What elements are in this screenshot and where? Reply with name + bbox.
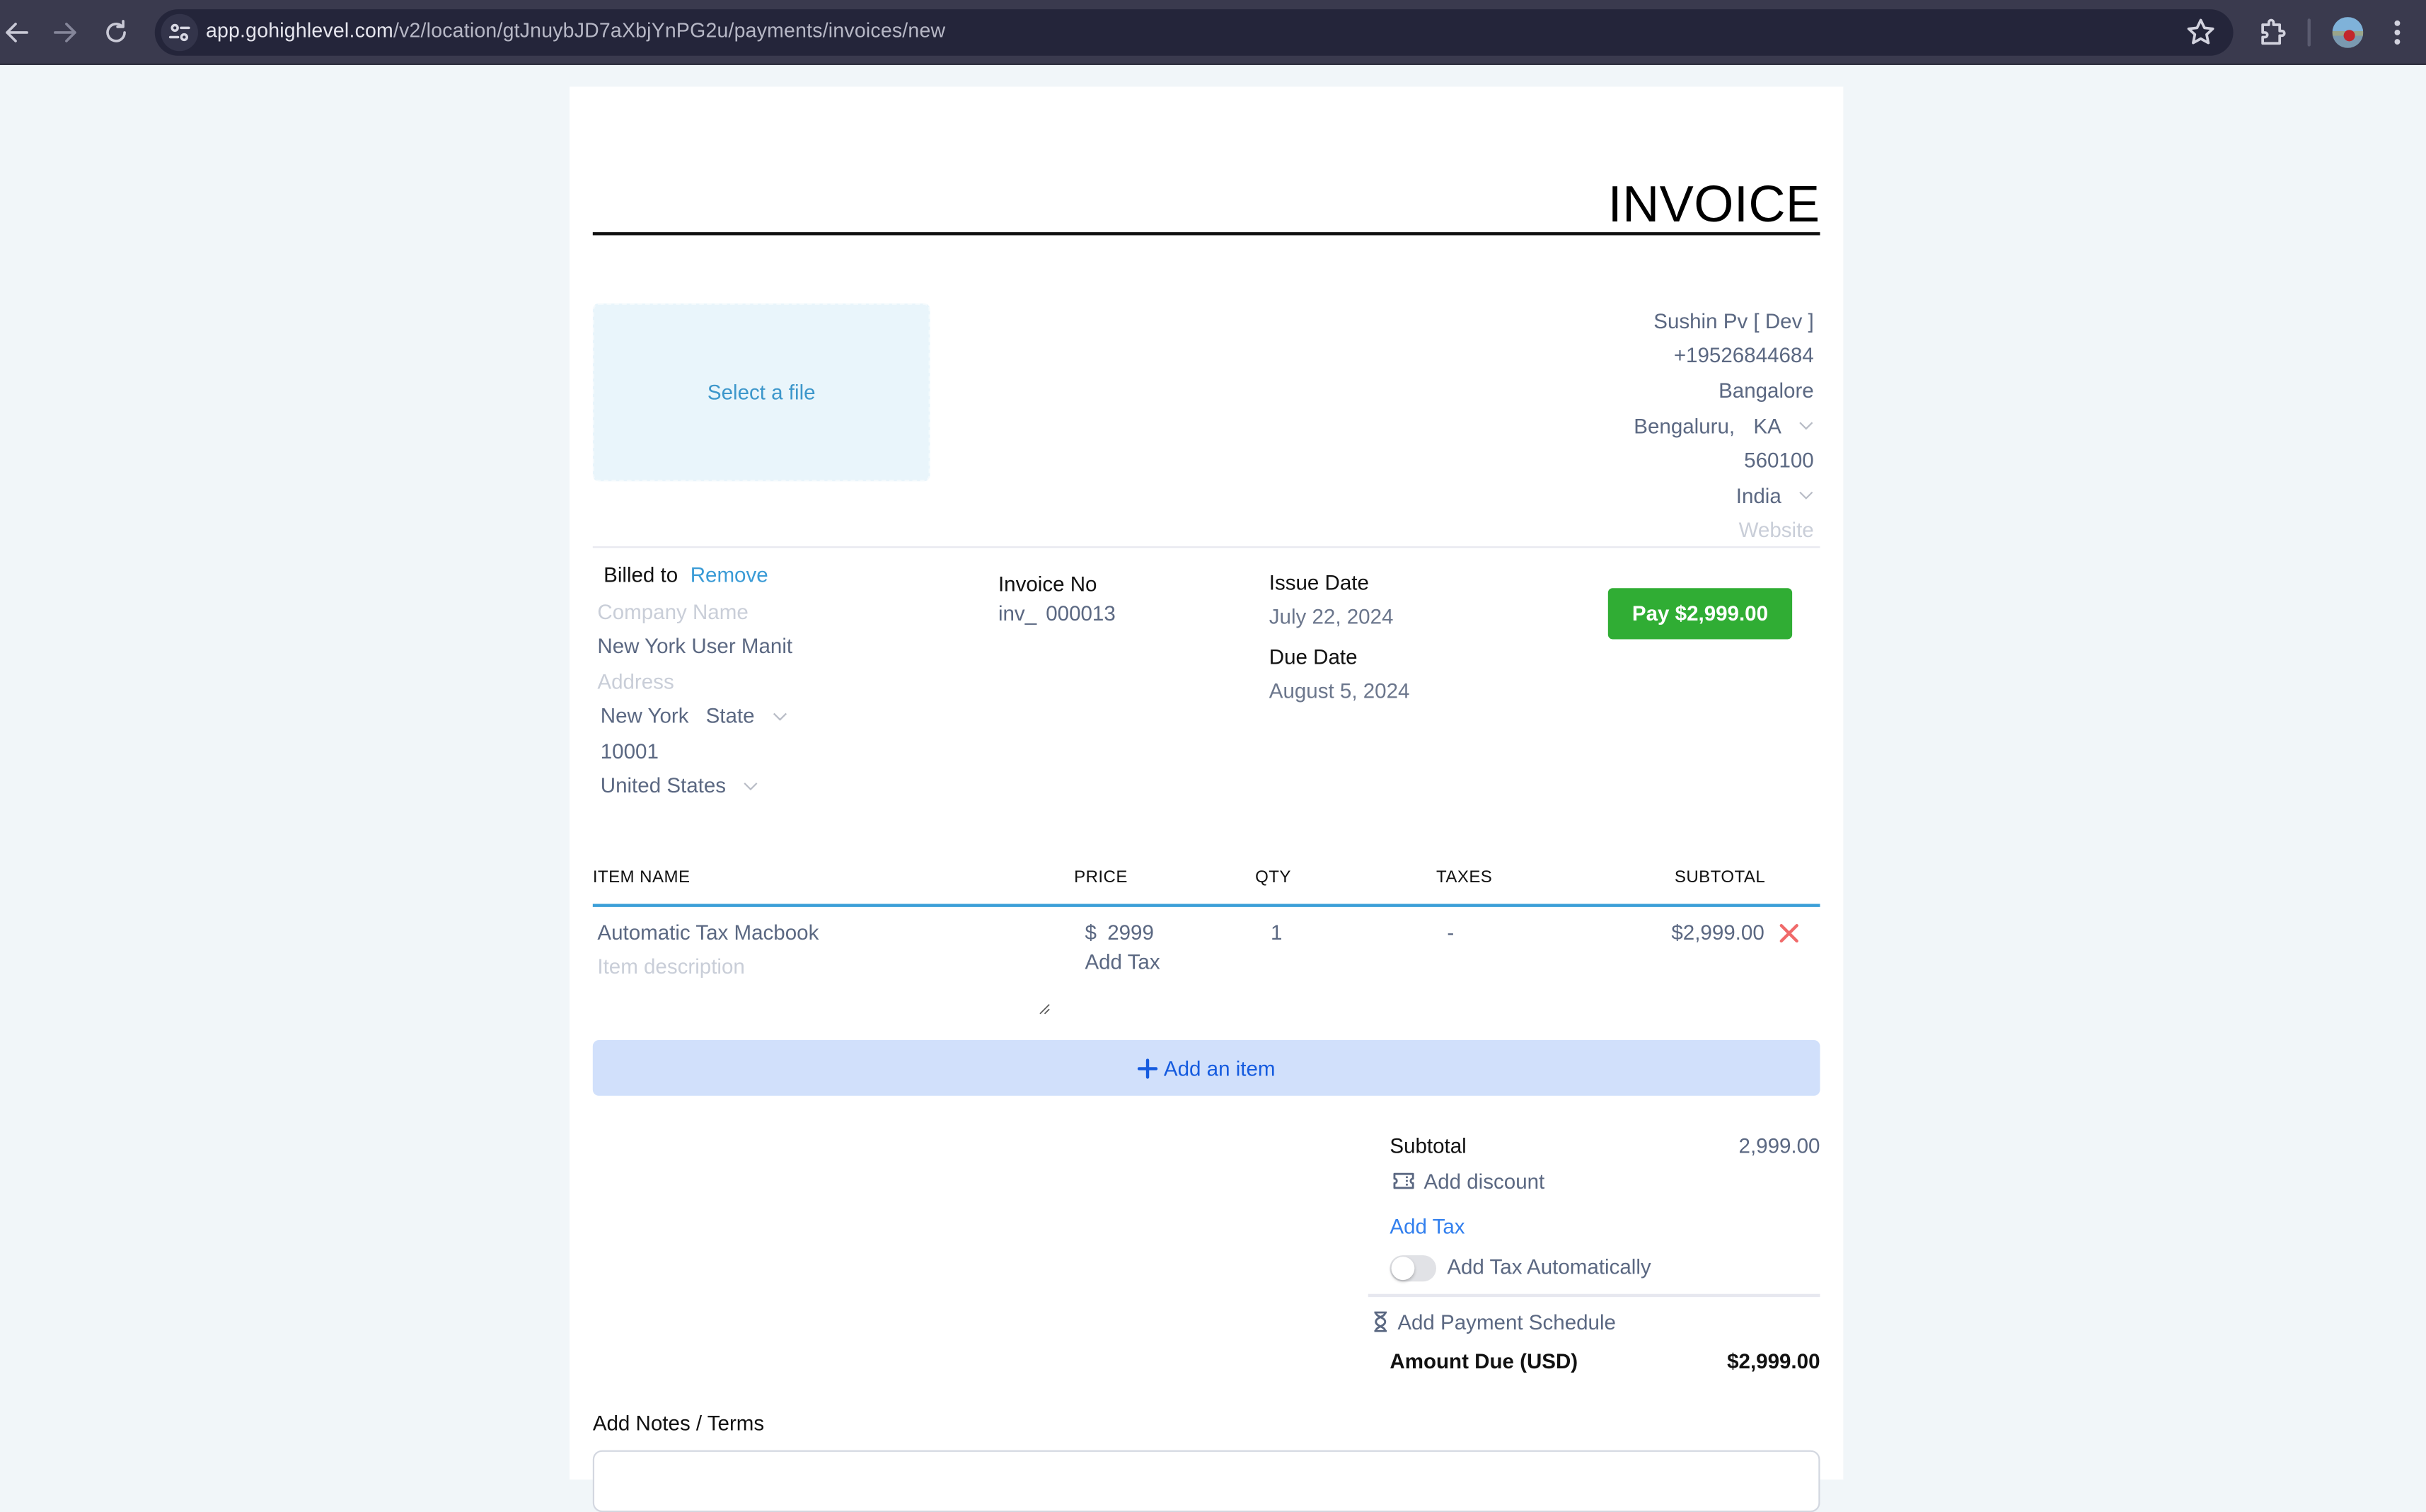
title-rule [592,232,1820,235]
company-city-field[interactable]: Bengaluru, [1634,412,1735,439]
coupon-ticket-icon [1392,1169,1416,1194]
issue-date-picker[interactable]: July 22, 2024 [1269,605,1394,628]
payment-schedule-label: Add Payment Schedule [1397,1310,1616,1334]
subtotal-label: Subtotal [1390,1134,1467,1158]
subtotal-value: 2,999.00 [1738,1134,1820,1158]
item-subtotal-value: $2,999.00 [1671,921,1764,945]
invoice-no-label: Invoice No [998,572,1097,596]
add-item-label: Add an item [1163,1056,1276,1080]
auto-tax-toggle[interactable] [1390,1255,1436,1282]
url-path: /v2/location/gtJnuybJD7aXbjYnPG2u/paymen… [393,18,946,42]
table-header-rule [592,904,1820,907]
extensions-puzzle-icon[interactable] [2253,14,2291,52]
company-name-field[interactable]: Sushin Pv [ Dev ] [1653,308,1814,334]
billed-to-label: Billed to [603,562,678,586]
delete-item-icon[interactable] [1778,923,1800,945]
company-state-select[interactable]: KA [1753,412,1781,439]
chevron-down-icon[interactable] [1798,418,1814,434]
back-arrow-icon[interactable] [0,16,34,50]
plus-icon [1137,1058,1158,1078]
profile-avatar[interactable] [2332,17,2364,48]
bookmark-star-icon[interactable] [2182,14,2219,52]
invoice-prefix[interactable]: inv_ [998,602,1036,625]
add-discount-label: Add discount [1423,1169,1545,1193]
notes-textarea[interactable] [592,1450,1820,1512]
forward-arrow-icon[interactable] [48,16,82,50]
company-phone-field[interactable]: +19526844684 [1674,342,1814,369]
section-divider [592,546,1820,548]
remove-billed-to-link[interactable]: Remove [691,562,768,586]
add-item-button[interactable]: Add an item [592,1040,1820,1096]
due-date-label: Due Date [1269,645,1358,669]
price-value[interactable]: 2999 [1107,921,1154,945]
billed-city-field[interactable]: New York [601,703,689,729]
billed-postal-field[interactable]: 10001 [597,734,792,768]
billed-country-select[interactable]: United States [601,773,726,799]
pay-button[interactable]: Pay $2,999.00 [1607,588,1793,640]
billed-company-field[interactable]: Company Name [597,594,792,629]
invoice-number[interactable]: 000013 [1046,602,1116,625]
company-postal-field[interactable]: 560100 [1744,448,1814,474]
more-menu-icon[interactable] [2390,16,2405,50]
amount-due-value: $2,999.00 [1727,1349,1820,1373]
item-add-tax-link[interactable]: Add Tax [1085,950,1160,974]
toolbar-divider [0,63,2426,65]
item-taxes-value: - [1447,921,1455,945]
price-currency: $ [1085,921,1097,945]
textarea-resize-handle[interactable] [1039,996,1051,1015]
select-file-label: Select a file [707,381,816,404]
item-qty-field[interactable]: 1 [1271,921,1282,945]
item-description-field[interactable]: Item description [597,955,744,979]
billed-state-select[interactable]: State [706,703,755,729]
amount-due-label: Amount Due (USD) [1390,1349,1578,1373]
header-price: PRICE [1074,868,1128,887]
billed-name-field[interactable]: New York User Manit [597,629,792,664]
toggle-knob [1391,1257,1415,1281]
add-payment-schedule-button[interactable]: Add Payment Schedule [1368,1310,1616,1334]
chevron-down-icon[interactable] [1798,488,1814,504]
totals-divider [1368,1293,1820,1297]
header-subtotal: SUBTOTAL [1674,868,1766,887]
toolbar-separator [2307,18,2311,47]
reload-icon[interactable] [99,16,133,50]
header-qty: QTY [1255,868,1291,887]
site-info-icon[interactable] [161,13,198,52]
issue-date-label: Issue Date [1269,571,1369,594]
invoice-no-field[interactable]: inv_ 000013 [998,602,1116,625]
hourglass-icon [1368,1310,1393,1334]
chevron-down-icon[interactable] [772,708,787,724]
invoice-title: INVOICE [1607,175,1820,233]
logo-upload-dropzone[interactable]: Select a file [592,303,930,482]
company-address-field[interactable]: Bangalore [1719,378,1814,404]
add-tax-link[interactable]: Add Tax [1390,1215,1465,1238]
due-date-picker[interactable]: August 5, 2024 [1269,679,1410,703]
company-website-field[interactable]: Website [1739,517,1814,543]
auto-tax-label: Add Tax Automatically [1447,1255,1651,1279]
item-name-field[interactable]: Automatic Tax Macbook [597,921,819,945]
company-country-select[interactable]: India [1736,483,1781,509]
chevron-down-icon[interactable] [743,778,758,794]
header-item-name: ITEM NAME [592,868,691,887]
add-discount-button[interactable]: Add discount [1392,1169,1545,1194]
billed-to-section: Billed to Remove Company Name New York U… [597,560,792,803]
header-taxes: TAXES [1436,868,1493,887]
company-info: Sushin Pv [ Dev ] +19526844684 Bangalore… [1634,304,1813,548]
notes-label: Add Notes / Terms [592,1412,765,1435]
url-text[interactable]: app.gohighlevel.com/v2/location/gtJnuybJ… [206,18,945,42]
url-host: app.gohighlevel.com [205,18,393,42]
item-price-field[interactable]: $ 2999 [1085,921,1153,945]
billed-address-field[interactable]: Address [597,664,792,698]
